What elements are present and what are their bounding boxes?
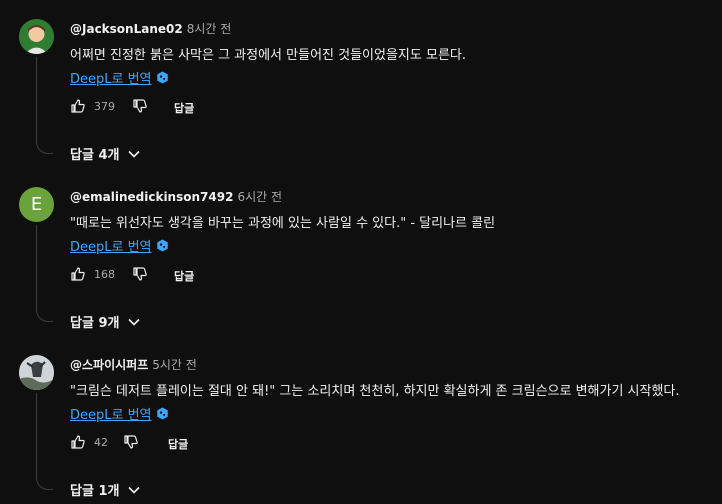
thumb-down-icon[interactable]	[123, 434, 139, 450]
avatar[interactable]: E	[19, 187, 54, 222]
comment-actions: 168 답글	[70, 266, 270, 284]
comment-thread: E @emalinedickinson7492 6시간 전 "때로는 위선자도 생…	[0, 168, 722, 336]
translate-label: DeepL로 번역	[70, 408, 152, 423]
author-name[interactable]: @JacksonLane02	[70, 22, 183, 36]
translate-label: DeepL로 번역	[70, 72, 152, 87]
translate-button[interactable]: DeepL로 번역	[70, 236, 169, 255]
chevron-down-icon	[128, 150, 141, 158]
author-name[interactable]: @스파이시퍼프	[70, 358, 148, 372]
thread-line	[36, 57, 53, 154]
translate-button[interactable]: DeepL로 번역	[70, 68, 169, 87]
reply-button[interactable]: 답글	[174, 268, 194, 284]
thumb-up-icon[interactable]	[70, 98, 86, 114]
thread-line	[36, 393, 53, 490]
comment-thread: @스파이시퍼프 5시간 전 "크림슨 데저트 플레이는 절대 안 돼!" 그는 소…	[0, 336, 722, 504]
comment-actions: 379 답글	[70, 98, 270, 116]
comment-time[interactable]: 8시간 전	[187, 22, 232, 36]
replies-label: 답글 1개	[70, 484, 120, 499]
thumb-down-icon[interactable]	[132, 98, 148, 114]
translate-label: DeepL로 번역	[70, 240, 152, 255]
reply-button[interactable]: 답글	[168, 436, 188, 452]
deepl-icon	[156, 407, 168, 420]
like-count: 42	[94, 436, 108, 449]
view-replies-button[interactable]: 답글 9개	[70, 312, 141, 331]
translate-button[interactable]: DeepL로 번역	[70, 404, 169, 423]
reply-button[interactable]: 답글	[174, 100, 194, 116]
comment-text: "크림슨 데저트 플레이는 절대 안 돼!" 그는 소리치며 천천히, 하지만 …	[70, 384, 680, 399]
thumb-down-icon[interactable]	[132, 266, 148, 282]
comment-meta: @emalinedickinson7492 6시간 전	[70, 188, 282, 205]
avatar[interactable]	[19, 355, 54, 390]
comment-actions: 42 답글	[70, 434, 270, 452]
avatar-letter: E	[30, 194, 43, 215]
avatar-image	[19, 19, 54, 54]
like-count: 168	[94, 268, 115, 281]
comment-text: 어쩌면 진정한 붉은 사막은 그 과정에서 만들어진 것들이었을지도 모른다.	[70, 48, 466, 63]
comment-time[interactable]: 5시간 전	[152, 358, 197, 372]
deepl-icon	[156, 239, 168, 252]
avatar[interactable]	[19, 19, 54, 54]
chevron-down-icon	[128, 318, 141, 326]
view-replies-button[interactable]: 답글 1개	[70, 480, 141, 499]
replies-label: 답글 9개	[70, 316, 120, 331]
view-replies-button[interactable]: 답글 4개	[70, 144, 141, 163]
thumb-up-icon[interactable]	[70, 266, 86, 282]
author-name[interactable]: @emalinedickinson7492	[70, 190, 233, 204]
like-count: 379	[94, 100, 115, 113]
comment-time[interactable]: 6시간 전	[237, 190, 282, 204]
replies-label: 답글 4개	[70, 148, 120, 163]
comment-meta: @JacksonLane02 8시간 전	[70, 20, 231, 37]
comment-thread: @JacksonLane02 8시간 전 어쩌면 진정한 붉은 사막은 그 과정에…	[0, 0, 722, 168]
thumb-up-icon[interactable]	[70, 434, 86, 450]
chevron-down-icon	[128, 486, 141, 494]
avatar-image	[19, 355, 54, 390]
deepl-icon	[156, 71, 168, 84]
comment-meta: @스파이시퍼프 5시간 전	[70, 356, 197, 373]
thread-line	[36, 225, 53, 322]
comment-text: "때로는 위선자도 생각을 바꾸는 과정에 있는 사람일 수 있다." - 달리…	[70, 216, 496, 231]
